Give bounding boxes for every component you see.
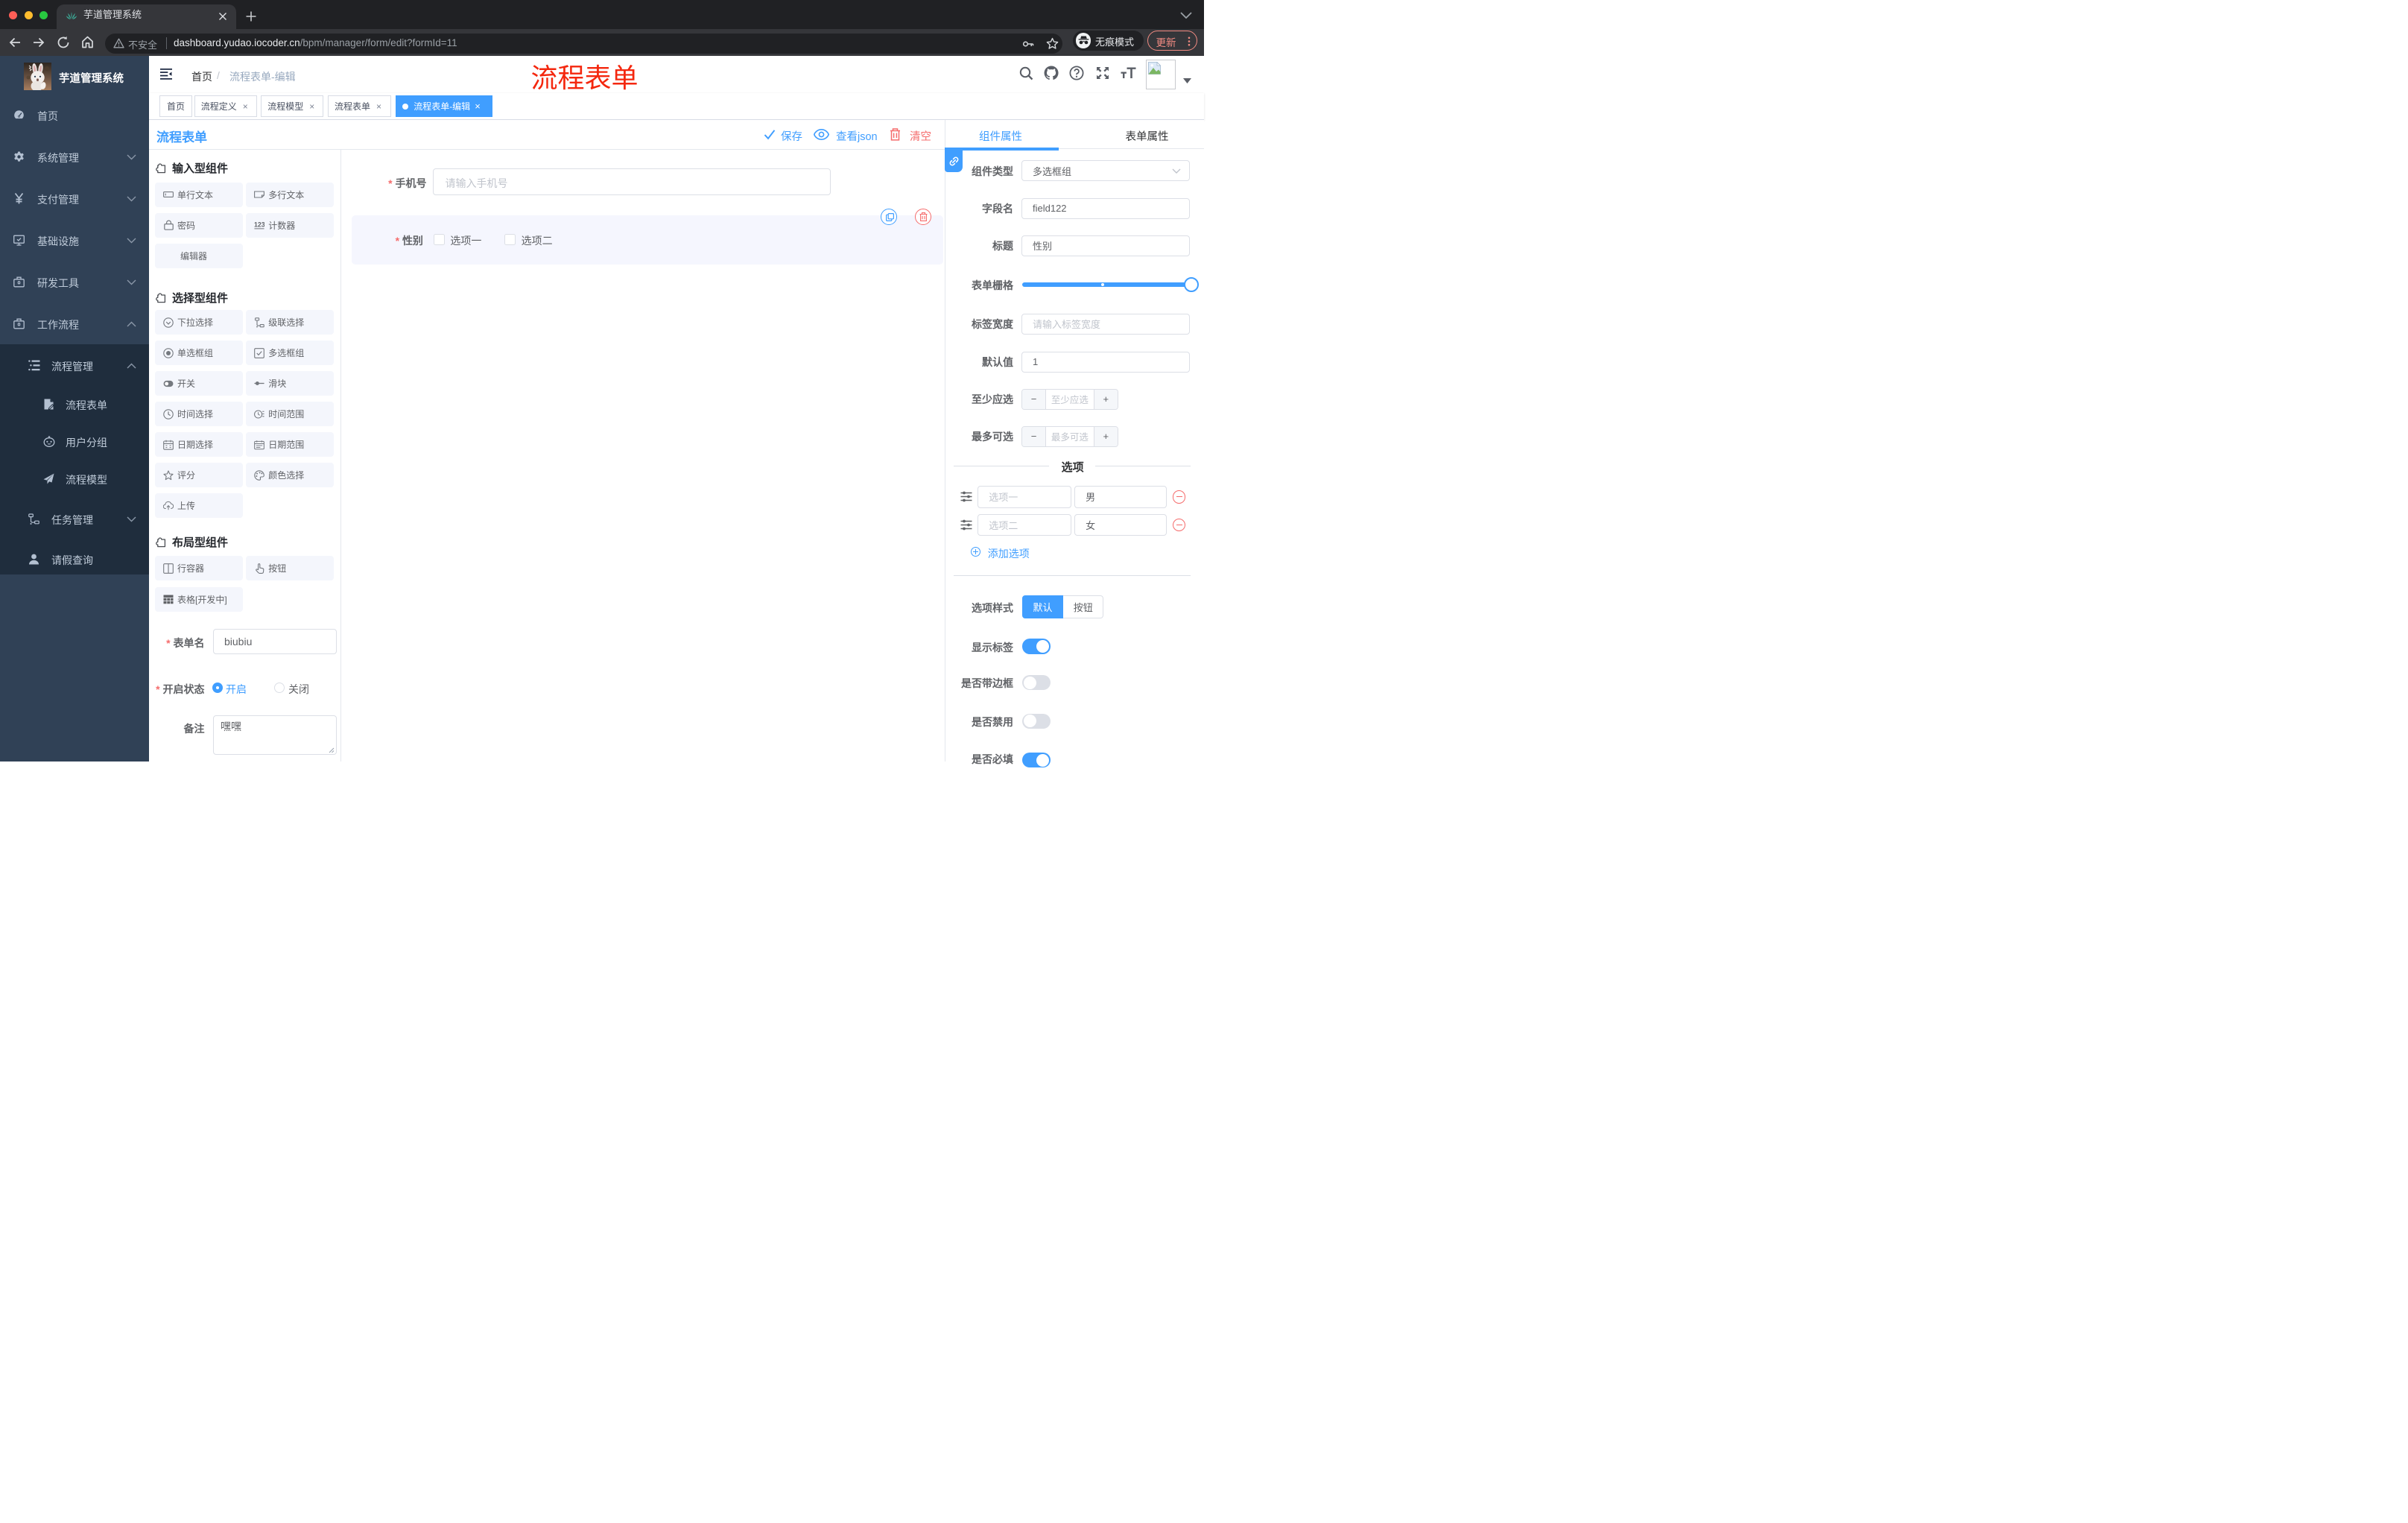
svg-text:123: 123 bbox=[254, 221, 264, 228]
